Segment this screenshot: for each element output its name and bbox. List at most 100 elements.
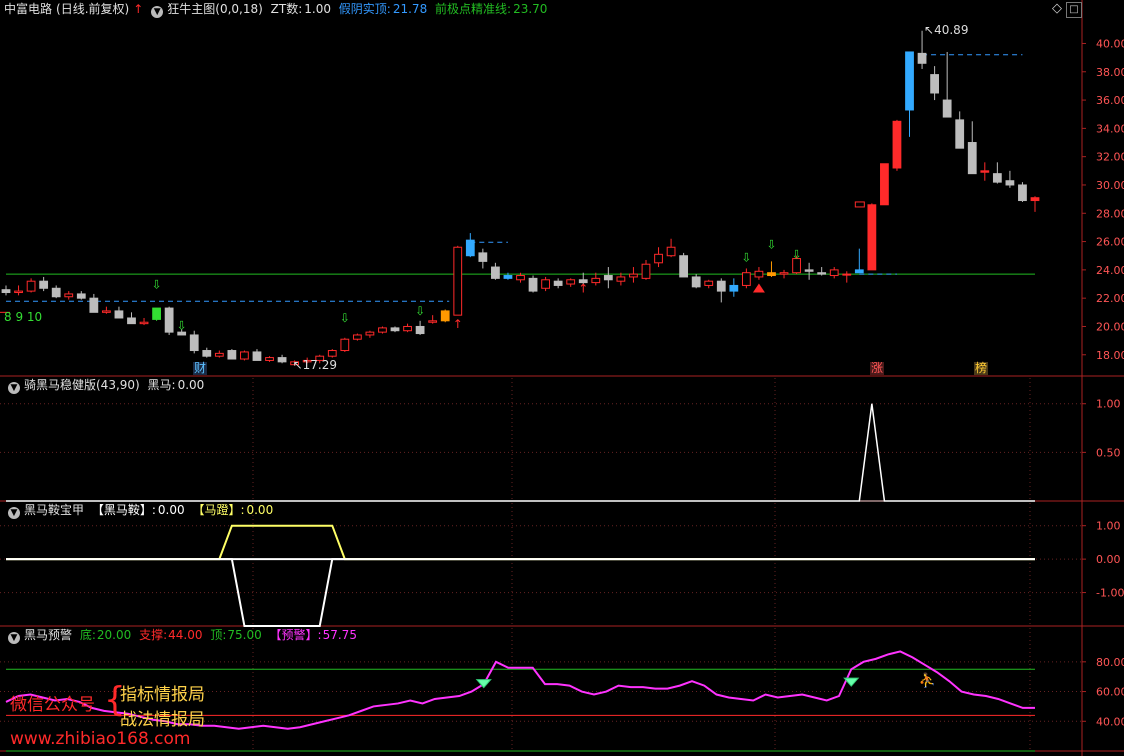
candle-body xyxy=(127,317,136,325)
triangle-down-icon[interactable]: ▼ xyxy=(8,382,20,394)
base-value: 23.70 xyxy=(513,2,548,16)
candle-body xyxy=(164,307,174,333)
candle-body xyxy=(265,357,274,361)
watermark-line1: 微信公众号 xyxy=(10,695,95,715)
panel2-header: ▼ 骑黑马稳健版(43,90) 黑马: 0.00 xyxy=(4,376,208,394)
candle-body xyxy=(51,287,61,298)
panel4-header: ▼ 黑马预警 底:20.00 支撑:44.00 顶:75.00 【预警】:57.7… xyxy=(4,626,361,644)
candle-body xyxy=(1,289,11,294)
candle-body xyxy=(1018,184,1027,202)
candle-body xyxy=(252,351,262,361)
panel3-title[interactable]: 黑马鞍宝甲 xyxy=(24,503,84,517)
candle-body xyxy=(491,266,500,279)
triangle-down-icon[interactable]: ▼ xyxy=(8,507,20,519)
candle-body xyxy=(942,99,952,118)
candle-body xyxy=(428,320,438,323)
candle-body xyxy=(867,204,877,271)
candle-body xyxy=(503,275,513,279)
watermark-line4: www.zhibiao168.com xyxy=(10,729,191,749)
y-tick-label: 26.00 xyxy=(1096,236,1124,249)
candle-body xyxy=(64,293,74,298)
candle-body xyxy=(854,269,864,274)
red-up-arrow-icon: ↑ xyxy=(453,317,463,331)
panel2-title[interactable]: 骑黑马稳健版(43,90) xyxy=(24,378,140,392)
fake-label: 假阴实顶: xyxy=(338,2,391,16)
panel3-label2: 【马蹬】: xyxy=(192,503,245,517)
candle-body xyxy=(39,280,49,289)
indicator-name[interactable]: 狂牛主图(0,0,18) xyxy=(167,2,263,16)
candle-body xyxy=(177,331,187,336)
candle-body xyxy=(679,255,689,278)
p4-top-label: 顶: xyxy=(210,628,227,642)
candle-body xyxy=(152,307,161,320)
candle-body xyxy=(76,293,86,299)
y-tick-label: 30.00 xyxy=(1096,179,1124,192)
event-cai-marker[interactable]: 财 xyxy=(193,362,207,375)
candle-body xyxy=(704,280,714,286)
candle-body xyxy=(754,270,764,278)
candle-body xyxy=(767,272,776,277)
zt-value: 1.00 xyxy=(304,2,331,16)
y-tick-label: 34.00 xyxy=(1096,122,1124,135)
panel4-title[interactable]: 黑马预警 xyxy=(24,628,72,642)
y-tick-label: 20.00 xyxy=(1096,320,1124,333)
candle-body xyxy=(378,327,387,333)
candle-body xyxy=(553,280,563,286)
candle-body xyxy=(842,273,852,276)
y-tick-label: 36.00 xyxy=(1096,94,1124,107)
candle-body xyxy=(14,290,23,294)
candle-body xyxy=(967,142,977,175)
period-label[interactable]: (日线.前复权) xyxy=(56,2,129,16)
candle-body xyxy=(516,275,525,281)
candle-body xyxy=(804,269,814,272)
red-up-arrow-icon: ↑ xyxy=(578,282,588,296)
limit-box-marker xyxy=(854,201,865,208)
p4-bottom-value: 20.00 xyxy=(96,628,132,642)
candle-body xyxy=(390,327,400,332)
candle-body xyxy=(716,280,726,292)
candle-body xyxy=(880,163,889,206)
y-tick-label: 40.00 xyxy=(1096,37,1124,50)
candle-body xyxy=(654,253,663,264)
panel-maximize-button[interactable]: □ xyxy=(1066,2,1082,18)
watermark-line2: 指标情报局 xyxy=(120,685,205,705)
triangle-down-icon[interactable]: ▼ xyxy=(8,632,20,644)
candle-body xyxy=(365,331,375,336)
candle-body xyxy=(917,52,927,64)
candle-body xyxy=(440,310,450,322)
candle-body xyxy=(214,352,224,357)
candle-body xyxy=(691,276,701,288)
y-tick-label: 38.00 xyxy=(1096,66,1124,79)
y-tick-label: 18.00 xyxy=(1096,349,1124,362)
green-down-arrow-icon: ⇩ xyxy=(152,277,162,291)
event-bang-marker[interactable]: 榜 xyxy=(974,362,988,375)
y-tick-label: 1.00 xyxy=(1096,520,1121,533)
candle-body xyxy=(453,246,463,316)
candle-body xyxy=(26,280,36,292)
candle-body xyxy=(327,350,337,357)
count-labels: 8 9 10 xyxy=(4,310,43,324)
candle-body xyxy=(930,74,939,94)
green-down-arrow-icon: ⇩ xyxy=(415,304,425,318)
red-triangle-icon xyxy=(752,283,765,293)
fake-value: 21.78 xyxy=(392,2,428,16)
gear-icon[interactable]: ◇ xyxy=(1052,1,1062,16)
candle-body xyxy=(340,338,350,352)
candle-body xyxy=(114,310,124,319)
candle-body xyxy=(528,277,538,292)
p4-alert-label: 【预警】: xyxy=(269,628,322,642)
y-tick-label: 24.00 xyxy=(1096,264,1124,277)
triangle-down-icon[interactable]: ▼ xyxy=(151,6,164,18)
p4-bottom-label: 底: xyxy=(79,628,96,642)
candle-body xyxy=(817,272,827,275)
y-tick-label: -1.00 xyxy=(1096,587,1124,600)
candle-body xyxy=(541,279,550,289)
candle-body xyxy=(139,321,149,325)
stock-name[interactable]: 中富电路 xyxy=(4,2,52,16)
candle-body xyxy=(227,350,237,360)
event-zhang-marker[interactable]: 涨 xyxy=(870,362,884,375)
candle-body xyxy=(240,351,249,360)
candle-body xyxy=(779,272,789,275)
green-down-arrow-icon: ⇩ xyxy=(177,318,187,332)
panel3-value1: 0.00 xyxy=(157,503,185,517)
